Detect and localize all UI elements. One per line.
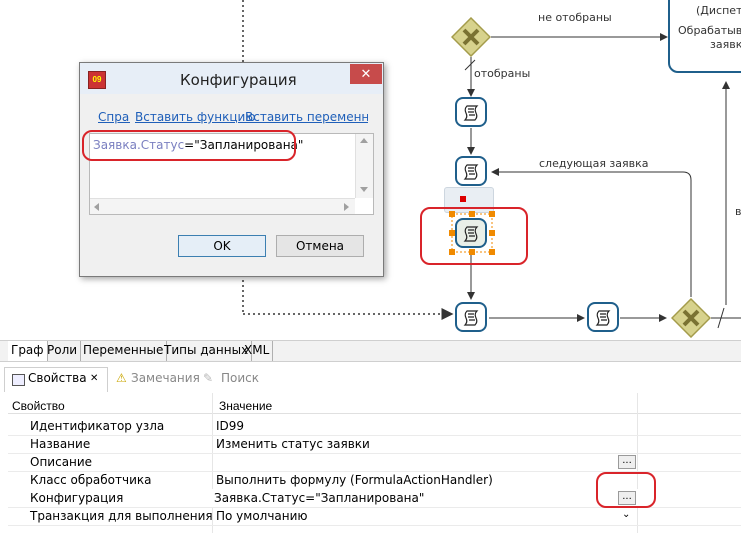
script-icon: [463, 164, 479, 180]
script-task-node[interactable]: [455, 302, 487, 332]
tab-xml[interactable]: XML: [241, 341, 274, 361]
property-value: Выполнить формулу (FormulaActionHandler): [216, 473, 493, 487]
node-title-label: Обрабатыв: [678, 24, 741, 37]
table-row[interactable]: Идентификатор узла ID99: [8, 417, 741, 436]
scroll-up-icon[interactable]: [360, 138, 368, 143]
exclusive-gateway-icon[interactable]: [451, 17, 491, 57]
header-property: Свойство: [12, 399, 65, 413]
editor-tabs[interactable]: Граф Роли Переменные Типы данных XML: [0, 340, 741, 362]
property-value: Изменить статус заявки: [216, 437, 370, 451]
table-row[interactable]: Описание ...: [8, 453, 741, 472]
process-node-box[interactable]: (Диспет Обрабатыв заявк: [668, 0, 741, 73]
tab-search[interactable]: Поиск: [221, 371, 259, 385]
property-key: Идентификатор узла: [30, 419, 165, 433]
configuration-dialog[interactable]: 09 Конфигурация ✕ Справка Вставить функц…: [79, 62, 384, 277]
table-row[interactable]: Транзакция для выполнения По умолчанию ⌄: [8, 507, 741, 526]
edge-label-not-selected: не отобраны: [538, 11, 612, 24]
property-value[interactable]: По умолчанию: [216, 509, 308, 523]
highlight-formula: [82, 130, 296, 161]
script-task-node[interactable]: [455, 156, 487, 186]
table-row[interactable]: Название Изменить статус заявки: [8, 435, 741, 454]
ok-button[interactable]: OK: [178, 235, 266, 257]
highlight-ellipsis-buttons: [596, 472, 656, 508]
chevron-down-icon[interactable]: ⌄: [622, 509, 630, 520]
properties-icon: [12, 374, 25, 386]
script-icon: [463, 310, 479, 326]
property-key: Конфигурация: [30, 491, 124, 505]
script-icon: [595, 310, 611, 326]
script-task-node[interactable]: [587, 302, 619, 332]
properties-header: Свойство Значение: [8, 393, 741, 414]
edge-label-selected: отобраны: [474, 67, 531, 80]
insert-function-link[interactable]: Вставить функцию: [135, 110, 255, 124]
script-icon: [463, 105, 479, 121]
property-key: Название: [30, 437, 91, 451]
exclusive-gateway-icon[interactable]: [671, 298, 711, 338]
node-title-label-2: заявк: [710, 38, 741, 51]
property-key: Класс обработчика: [30, 473, 152, 487]
property-value: Заявка.Статус="Запланирована": [214, 491, 425, 505]
property-key: Транзакция для выполнения: [30, 509, 213, 523]
highlight-selected-node: [420, 207, 528, 265]
tab-data-types[interactable]: Типы данных: [161, 341, 253, 361]
vertical-scrollbar[interactable]: [355, 134, 373, 198]
scroll-right-icon[interactable]: [344, 203, 349, 211]
scroll-down-icon[interactable]: [360, 187, 368, 192]
property-value: ID99: [216, 419, 245, 433]
edge-label-partial: в: [735, 205, 741, 218]
links-clip: Справка Вставить функцию Вставить переме…: [80, 63, 368, 133]
help-link[interactable]: Справка: [98, 110, 130, 124]
tab-graph[interactable]: Граф: [8, 341, 48, 361]
tab-problems[interactable]: Замечания: [131, 371, 200, 385]
insert-variable-link[interactable]: Вставить переменную: [245, 110, 368, 124]
horizontal-scrollbar[interactable]: [90, 198, 355, 214]
properties-view-tabs[interactable]: Свойства ✕ ⚠ Замечания ✎ Поиск: [0, 367, 741, 392]
context-toolbar-marker[interactable]: [460, 196, 466, 202]
search-icon: ✎: [203, 371, 214, 385]
property-key: Описание: [30, 455, 93, 469]
node-role-label: (Диспет: [696, 4, 741, 17]
header-value: Значение: [219, 399, 273, 413]
cancel-button[interactable]: Отмена: [276, 235, 364, 257]
script-task-node[interactable]: [455, 97, 487, 127]
close-icon[interactable]: ✕: [90, 373, 98, 384]
warning-icon: ⚠: [116, 371, 127, 385]
tab-properties[interactable]: Свойства: [28, 371, 87, 385]
edge-label-next-request: следующая заявка: [539, 157, 649, 170]
description-ellipsis-button[interactable]: ...: [618, 455, 636, 469]
scroll-left-icon[interactable]: [94, 203, 99, 211]
tab-variables[interactable]: Переменные: [80, 341, 168, 361]
tab-roles[interactable]: Роли: [44, 341, 82, 361]
